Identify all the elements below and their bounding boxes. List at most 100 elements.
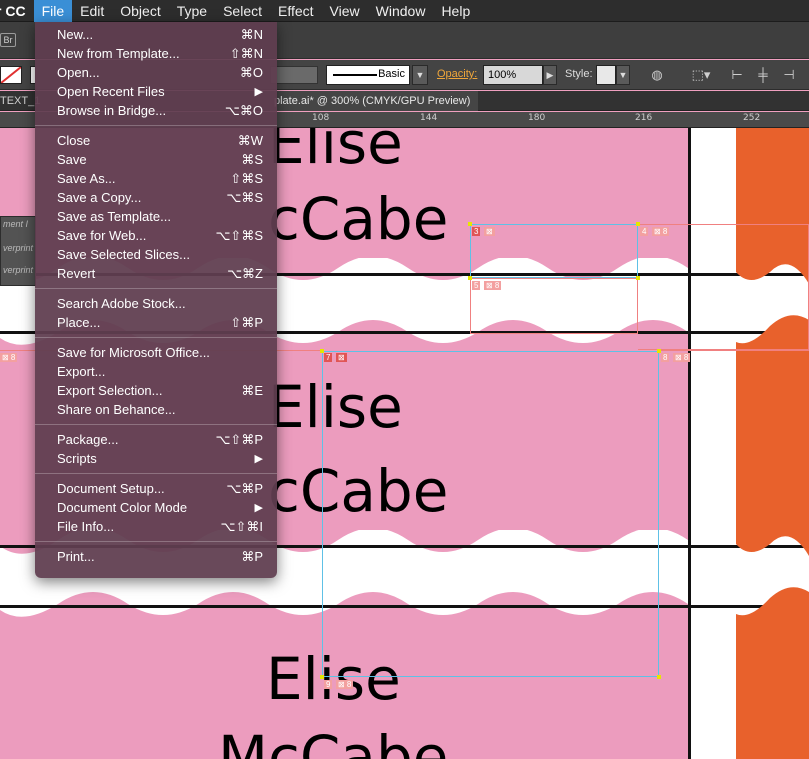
menu-separator [35, 337, 277, 338]
threaded-text-icon: ⊠ [484, 227, 495, 236]
menu-object[interactable]: Object [112, 0, 168, 22]
stroke-style-label: Basic [378, 68, 405, 80]
graphic-style-swatch[interactable] [596, 65, 616, 85]
menu-window[interactable]: Window [368, 0, 434, 22]
file-menu-dropdown: New... ⌘N New from Template... ⇧⌘N Open... ⌘O… [35, 22, 277, 578]
threaded-text-icon: ⊠ 8 [652, 227, 670, 236]
threaded-text-icon: ⊠ 8 [673, 353, 691, 362]
menu-item-save-for-web[interactable]: Save for Web... ⌥⇧⌘S [35, 226, 277, 245]
menu-item-label: Open Recent Files [57, 84, 165, 99]
menu-item-export-selection[interactable]: Export Selection... ⌘E [35, 381, 277, 400]
ruler-tick: 180 [528, 113, 546, 123]
menu-item-shortcut: ⌥⌘Z [227, 265, 263, 281]
menu-item-shortcut: ⌥⌘P [226, 480, 263, 496]
ruler-tick: 252 [743, 113, 761, 123]
menu-item-export[interactable]: Export... [35, 362, 277, 381]
menu-item-open-recent-files[interactable]: Open Recent Files ▶ [35, 82, 277, 101]
anchor-handle[interactable] [468, 222, 472, 226]
menu-item-save-a-copy[interactable]: Save a Copy... ⌥⌘S [35, 188, 277, 207]
align-left-icon[interactable]: ⊢ [728, 66, 746, 84]
align-center-icon[interactable]: ╪ [754, 66, 772, 84]
menu-item-document-color-mode[interactable]: Document Color Mode ▶ [35, 498, 277, 517]
text-frame-3[interactable] [470, 224, 638, 278]
menu-item-shortcut: ⌘E [241, 382, 263, 398]
menu-item-label: Share on Behance... [57, 402, 176, 417]
menu-item-label: Scripts [57, 451, 97, 466]
menu-file[interactable]: File [33, 0, 73, 22]
recolor-artwork-icon[interactable]: ◍ [648, 66, 666, 84]
menu-item-save-as-template[interactable]: Save as Template... [35, 207, 277, 226]
menu-item-label: Export... [57, 364, 106, 379]
opacity-label[interactable]: Opacity: [437, 68, 477, 80]
menu-type[interactable]: Type [169, 0, 215, 22]
menu-item-label: File Info... [57, 519, 115, 534]
document-tab-active[interactable]: plate.ai* @ 300% (CMYK/GPU Preview) [270, 91, 478, 111]
menu-view[interactable]: View [322, 0, 368, 22]
anchor-handle[interactable] [636, 276, 640, 280]
stroke-weight-field[interactable] [270, 66, 318, 84]
menu-item-save-as[interactable]: Save As... ⇧⌘S [35, 169, 277, 188]
align-right-icon[interactable]: ⊣ [780, 66, 798, 84]
anchor-handle[interactable] [320, 349, 324, 353]
text-frame-4[interactable] [638, 224, 809, 350]
menu-item-place[interactable]: Place... ⇧⌘P [35, 313, 277, 332]
anchor-handle[interactable] [320, 675, 324, 679]
align-to-selection-icon[interactable]: ⬚▾ [688, 66, 714, 84]
text-frame-7[interactable] [322, 351, 659, 677]
frame-number-tag: 9 [324, 680, 333, 689]
menu-item-save-for-microsoft-office[interactable]: Save for Microsoft Office... [35, 343, 277, 362]
menu-item-browse-in-bridge[interactable]: Browse in Bridge... ⌥⌘O [35, 101, 277, 120]
opacity-stepper[interactable]: ▶ [543, 65, 557, 85]
label-first-name[interactable]: Elise [268, 128, 403, 174]
document-tab-text1[interactable]: TEXT_1 [0, 91, 40, 111]
menu-item-save-selected-slices[interactable]: Save Selected Slices... [35, 245, 277, 264]
menu-item-scripts[interactable]: Scripts ▶ [35, 449, 277, 468]
menu-item-search-adobe-stock[interactable]: Search Adobe Stock... [35, 294, 277, 313]
menu-item-shortcut: ⌥⇧⌘I [220, 518, 264, 534]
menu-item-label: Save [57, 152, 87, 167]
menu-item-share-on-behance[interactable]: Share on Behance... [35, 400, 277, 419]
submenu-arrow-icon: ▶ [254, 86, 263, 98]
menu-item-save[interactable]: Save ⌘S [35, 150, 277, 169]
stroke-profile-select[interactable]: Basic [326, 65, 410, 85]
menu-item-new-from-template[interactable]: New from Template... ⇧⌘N [35, 44, 277, 63]
menu-item-shortcut: ⇧⌘S [230, 170, 263, 186]
menu-item-shortcut: ⌘W [237, 132, 263, 148]
graphic-style-dropdown[interactable]: ▼ [616, 65, 630, 85]
menu-item-shortcut: ⇧⌘N [229, 45, 263, 61]
menu-effect[interactable]: Effect [270, 0, 322, 22]
anchor-handle[interactable] [657, 675, 661, 679]
menu-item-file-info[interactable]: File Info... ⌥⇧⌘I [35, 517, 277, 536]
menu-help[interactable]: Help [433, 0, 478, 22]
stroke-style-dropdown[interactable]: ▼ [412, 65, 428, 85]
menu-item-open[interactable]: Open... ⌘O [35, 63, 277, 82]
ruler-tick: 108 [312, 113, 330, 123]
menu-item-print[interactable]: Print... ⌘P [35, 547, 277, 566]
menu-edit[interactable]: Edit [72, 0, 112, 22]
opacity-field[interactable]: 100% [483, 65, 543, 85]
frame-number-tag: 5 [472, 281, 481, 290]
label-last-name[interactable]: McCabe [218, 726, 448, 759]
label-last-name[interactable]: cCabe [268, 188, 448, 250]
menu-bar: r CC File Edit Object Type Select Effect… [0, 0, 809, 22]
menu-item-label: Revert [57, 266, 96, 281]
anchor-handle[interactable] [657, 349, 661, 353]
style-label: Style: [565, 68, 593, 80]
anchor-handle[interactable] [468, 276, 472, 280]
fill-swatch[interactable] [0, 66, 22, 84]
bridge-button[interactable]: Br [0, 33, 16, 47]
menu-item-revert[interactable]: Revert ⌥⌘Z [35, 264, 277, 283]
menu-item-close[interactable]: Close ⌘W [35, 131, 277, 150]
ruler-tick: 216 [635, 113, 653, 123]
anchor-handle[interactable] [636, 222, 640, 226]
menu-item-new[interactable]: New... ⌘N [35, 25, 277, 44]
menu-separator [35, 541, 277, 542]
menu-item-document-setup[interactable]: Document Setup... ⌥⌘P [35, 479, 277, 498]
stroke-preview-line [333, 74, 377, 76]
menu-item-label: Save a Copy... [57, 190, 142, 205]
menu-item-package[interactable]: Package... ⌥⇧⌘P [35, 430, 277, 449]
menu-item-shortcut: ⌥⌘S [226, 189, 263, 205]
menu-separator [35, 125, 277, 126]
menu-select[interactable]: Select [215, 0, 270, 22]
attributes-panel-stub[interactable]: ment I verprint verprint [0, 216, 36, 286]
